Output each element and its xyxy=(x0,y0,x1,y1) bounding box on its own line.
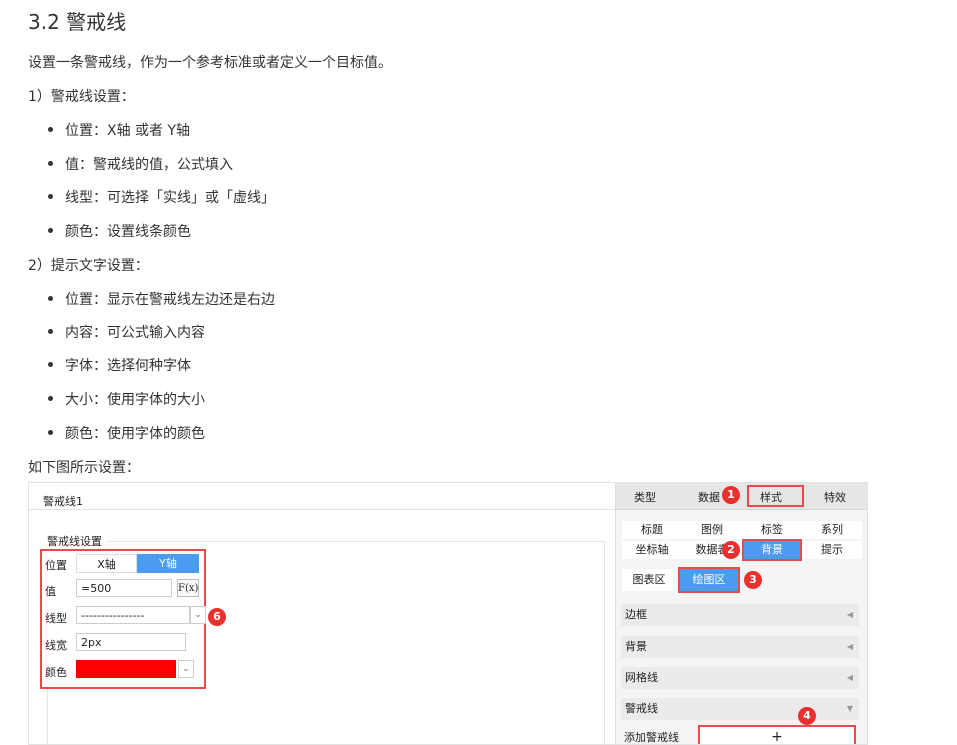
chevron-down-icon: ▼ xyxy=(846,704,853,713)
position-row: 位置 X轴 Y轴 xyxy=(42,551,204,575)
subtab-title[interactable]: 标题 xyxy=(622,521,682,539)
chevron-down-icon[interactable]: ⌄ xyxy=(178,660,194,678)
list-item: 值：警戒线的值，公式填入 xyxy=(48,154,233,174)
section-heading: 3.2 警戒线 xyxy=(28,10,127,34)
accordion-background[interactable]: 背景 ◀ xyxy=(621,636,859,658)
color-row: 颜色 ⌄ xyxy=(42,658,204,682)
chevron-left-icon: ◀ xyxy=(846,673,853,682)
color-label: 颜色 xyxy=(45,666,67,679)
alert-line-form: 位置 X轴 Y轴 值 =500 F(x) 线型 ----------------… xyxy=(40,549,206,689)
subtab-chart-area[interactable]: 图表区 xyxy=(622,569,676,591)
chevron-left-icon: ◀ xyxy=(846,642,853,651)
bullet-icon xyxy=(48,193,53,199)
color-swatch[interactable] xyxy=(76,660,176,678)
step-marker-6: 6 xyxy=(208,608,226,626)
bullet-icon xyxy=(48,227,53,233)
bullet-icon xyxy=(48,361,53,367)
list-item: 字体：选择何种字体 xyxy=(48,355,191,375)
position-label: 位置 xyxy=(45,559,67,572)
linetype-row: 线型 ---------------- ⌄ xyxy=(42,604,206,628)
subtab-label[interactable]: 标签 xyxy=(742,521,802,539)
chevron-down-icon[interactable]: ⌄ xyxy=(190,606,206,624)
bullet-icon xyxy=(48,295,53,301)
list-item: 大小：使用字体的大小 xyxy=(48,389,205,409)
subtab-axis[interactable]: 坐标轴 xyxy=(622,541,682,559)
formula-button[interactable]: F(x) xyxy=(177,579,199,597)
value-input[interactable]: =500 xyxy=(76,579,172,597)
linewidth-input[interactable]: 2px xyxy=(76,633,186,651)
subtab-series[interactable]: 系列 xyxy=(802,521,862,539)
list-item: 位置：X轴 或者 Y轴 xyxy=(48,120,190,140)
group-label: 警戒线设置 xyxy=(47,533,106,549)
section1-title: 1）警戒线设置： xyxy=(28,89,135,105)
right-panel: 类型 数据 样式 特效 1 标题 图例 标签 系列 坐标轴 数据表 背景 提示 … xyxy=(616,483,867,744)
subtab-tooltip[interactable]: 提示 xyxy=(802,541,862,559)
step-marker-1: 1 xyxy=(722,486,740,504)
bullet-icon xyxy=(48,395,53,401)
settings-screenshot: 警戒线1 警戒线设置 位置 X轴 Y轴 值 =500 F(x) 线型 -----… xyxy=(28,482,868,745)
highlight-box xyxy=(747,485,804,507)
list-item: 位置：显示在警戒线左边还是右边 xyxy=(48,289,275,309)
subtab-legend[interactable]: 图例 xyxy=(682,521,742,539)
tab-effects[interactable]: 特效 xyxy=(824,489,846,505)
add-alert-line-button[interactable]: + xyxy=(698,725,856,744)
panel-title: 警戒线1 xyxy=(43,495,83,508)
highlight-box xyxy=(742,539,802,561)
list-item: 颜色：设置线条颜色 xyxy=(48,221,191,241)
accordion-gridlines[interactable]: 网格线 ◀ xyxy=(621,667,859,689)
linetype-select[interactable]: ---------------- xyxy=(76,606,190,624)
list-item: 颜色：使用字体的颜色 xyxy=(48,423,205,443)
bullet-icon xyxy=(48,429,53,435)
step-marker-3: 3 xyxy=(744,571,762,589)
bullet-icon xyxy=(48,160,53,166)
accordion-alert-line[interactable]: 警戒线 ▼ xyxy=(621,698,859,720)
list-item: 线型：可选择「实线」或「虚线」 xyxy=(48,187,275,207)
left-panel: 警戒线1 警戒线设置 位置 X轴 Y轴 值 =500 F(x) 线型 -----… xyxy=(29,483,616,744)
tab-bar: 类型 数据 样式 特效 xyxy=(616,483,867,510)
linewidth-label: 线宽 xyxy=(45,639,67,652)
list-item: 内容：可公式输入内容 xyxy=(48,322,205,342)
y-axis-toggle[interactable]: Y轴 xyxy=(137,554,199,573)
chevron-left-icon: ◀ xyxy=(846,610,853,619)
value-label: 值 xyxy=(45,585,56,598)
divider xyxy=(29,509,615,510)
step-marker-2: 2 xyxy=(722,541,740,559)
intro-paragraph: 设置一条警戒线，作为一个参考标准或者定义一个目标值。 xyxy=(28,55,392,71)
bullet-icon xyxy=(48,328,53,334)
figure-caption: 如下图所示设置： xyxy=(28,460,140,476)
x-axis-toggle[interactable]: X轴 xyxy=(76,554,137,573)
bullet-icon xyxy=(48,126,53,132)
section2-title: 2）提示文字设置： xyxy=(28,258,149,274)
linewidth-row: 线宽 2px xyxy=(42,631,204,655)
value-row: 值 =500 F(x) xyxy=(42,577,204,601)
step-marker-4: 4 xyxy=(798,707,816,725)
linetype-label: 线型 xyxy=(45,612,67,625)
highlight-box xyxy=(678,567,740,593)
tab-data[interactable]: 数据 xyxy=(698,489,720,505)
tab-type[interactable]: 类型 xyxy=(634,489,656,505)
accordion-border[interactable]: 边框 ◀ xyxy=(621,604,859,626)
